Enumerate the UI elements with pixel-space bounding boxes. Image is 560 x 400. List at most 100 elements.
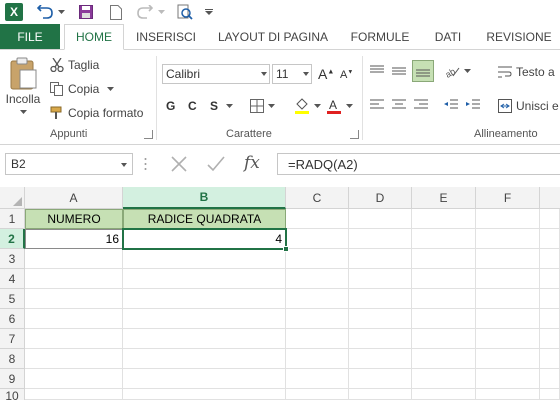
align-center-button[interactable]	[392, 96, 410, 114]
grid-cell[interactable]	[412, 269, 476, 289]
cell-a2[interactable]: 16	[25, 229, 123, 249]
merge-center-button[interactable]: Unisci e	[498, 96, 559, 116]
grid-cell[interactable]	[412, 229, 476, 249]
grid-cell[interactable]	[540, 349, 560, 369]
grid-cell[interactable]	[540, 289, 560, 309]
grid-cell[interactable]	[25, 269, 123, 289]
align-left-button[interactable]	[370, 96, 388, 114]
tab-home[interactable]: HOME	[64, 24, 124, 50]
grid-cell[interactable]	[286, 269, 349, 289]
grid-cell[interactable]	[476, 349, 540, 369]
column-header-c[interactable]: C	[286, 187, 349, 209]
row-header-3[interactable]: 3	[0, 249, 25, 269]
paste-button[interactable]: Incolla	[6, 56, 40, 128]
grid-cell[interactable]	[349, 209, 412, 229]
font-color-button[interactable]: A	[326, 96, 356, 116]
grid-cell[interactable]	[412, 369, 476, 389]
clipboard-launcher-icon[interactable]	[144, 130, 153, 139]
grid-cell[interactable]	[412, 309, 476, 329]
grid-cell[interactable]	[349, 349, 412, 369]
grid-cell[interactable]	[412, 249, 476, 269]
grid-cell[interactable]	[412, 389, 476, 400]
orientation-button[interactable]: ab	[444, 62, 474, 80]
confirm-entry-button[interactable]	[206, 155, 226, 176]
grid-cell[interactable]	[412, 349, 476, 369]
decrease-indent-button[interactable]	[444, 96, 462, 114]
increase-indent-button[interactable]	[466, 96, 484, 114]
grid-cell[interactable]	[123, 349, 286, 369]
grid-cell[interactable]	[476, 369, 540, 389]
grid-cell[interactable]	[349, 369, 412, 389]
row-header-8[interactable]: 8	[0, 349, 25, 369]
underline-button[interactable]: S	[210, 96, 224, 116]
copy-button[interactable]: Copia	[50, 80, 115, 98]
borders-button[interactable]	[250, 96, 276, 116]
cell-b1[interactable]: RADICE QUADRATA	[123, 209, 286, 229]
cell-b2[interactable]: 4	[122, 228, 287, 250]
grid-cell[interactable]	[540, 229, 560, 249]
cut-button[interactable]: Taglia	[50, 56, 99, 74]
grid-cell[interactable]	[540, 209, 560, 229]
save-button[interactable]	[76, 2, 96, 22]
column-header-a[interactable]: A	[25, 187, 123, 209]
grid-cell[interactable]	[123, 309, 286, 329]
grid-cell[interactable]	[286, 349, 349, 369]
grid-cell[interactable]	[476, 269, 540, 289]
fill-color-button[interactable]	[294, 96, 324, 116]
grid-cell[interactable]	[123, 389, 286, 400]
select-all-button[interactable]	[0, 187, 25, 209]
font-launcher-icon[interactable]	[350, 130, 359, 139]
name-box[interactable]: B2	[5, 153, 133, 175]
column-header-d[interactable]: D	[349, 187, 412, 209]
tab-file[interactable]: FILE	[0, 24, 60, 50]
grid-cell[interactable]	[286, 249, 349, 269]
format-painter-button[interactable]: Copia formato	[50, 104, 143, 122]
row-header-10[interactable]: 10	[0, 389, 25, 400]
grid-cell[interactable]	[25, 309, 123, 329]
font-name-select[interactable]: Calibri	[162, 64, 270, 84]
align-top-button[interactable]	[370, 62, 388, 80]
grid-cell[interactable]	[349, 289, 412, 309]
tab-page-layout[interactable]: LAYOUT DI PAGINA	[208, 24, 338, 50]
customize-qat-button[interactable]	[202, 2, 216, 22]
row-header-7[interactable]: 7	[0, 329, 25, 349]
grid-cell[interactable]	[286, 289, 349, 309]
grid-cell[interactable]	[540, 369, 560, 389]
align-middle-button[interactable]	[392, 62, 410, 80]
new-document-button[interactable]	[106, 2, 126, 22]
insert-function-button[interactable]: fx	[244, 153, 260, 173]
tab-review[interactable]: REVISIONE	[478, 24, 560, 50]
grid-cell[interactable]	[412, 289, 476, 309]
grid-cell[interactable]	[25, 369, 123, 389]
row-header-2[interactable]: 2	[0, 229, 25, 249]
row-header-9[interactable]: 9	[0, 369, 25, 389]
grid-cell[interactable]	[540, 309, 560, 329]
print-preview-button[interactable]	[174, 2, 196, 22]
grid-cell[interactable]	[123, 369, 286, 389]
align-bottom-button[interactable]	[412, 60, 434, 82]
grid-cell[interactable]	[476, 249, 540, 269]
grid-cell[interactable]	[25, 349, 123, 369]
cell-a1[interactable]: NUMERO	[25, 209, 123, 229]
grid-cell[interactable]	[25, 249, 123, 269]
row-header-5[interactable]: 5	[0, 289, 25, 309]
grid-cell[interactable]	[123, 289, 286, 309]
grid-cell[interactable]	[123, 249, 286, 269]
grid-cell[interactable]	[286, 229, 349, 249]
grid-cell[interactable]	[349, 269, 412, 289]
grid-cell[interactable]	[476, 389, 540, 400]
align-right-button[interactable]	[414, 96, 432, 114]
bold-button[interactable]: G	[166, 96, 180, 116]
undo-button[interactable]	[34, 2, 56, 22]
column-header-e[interactable]: E	[412, 187, 476, 209]
column-header-b[interactable]: B	[123, 187, 286, 209]
grid-cell[interactable]	[349, 249, 412, 269]
tab-formulas[interactable]: FORMULE	[342, 24, 418, 50]
grid-cell[interactable]	[540, 249, 560, 269]
grid-cell[interactable]	[476, 289, 540, 309]
undo-dropdown-button[interactable]	[56, 2, 66, 22]
decrease-font-size-button[interactable]: A▼	[340, 66, 356, 84]
grid-cell[interactable]	[349, 389, 412, 400]
grid-cell[interactable]	[476, 329, 540, 349]
grid-cell[interactable]	[123, 269, 286, 289]
